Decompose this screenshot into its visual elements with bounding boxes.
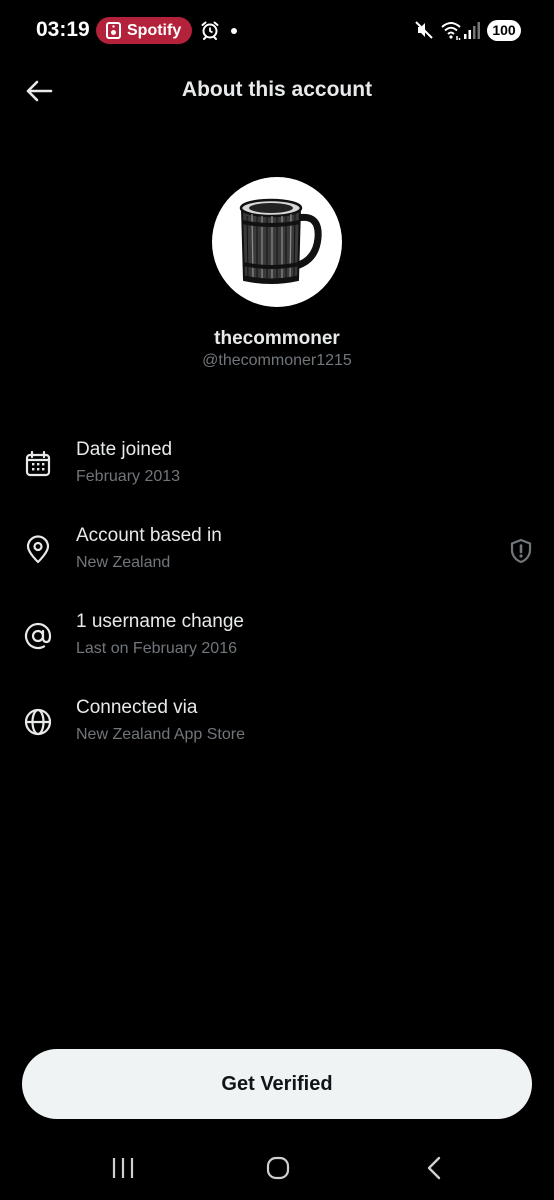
row-subtitle: February 2013 [76, 468, 181, 485]
battery-indicator: 100 [487, 20, 521, 41]
tankard-illustration-icon [239, 198, 322, 284]
shield-alert-icon[interactable] [507, 537, 535, 565]
spotify-icon [106, 22, 121, 39]
at-sign-icon [24, 622, 52, 650]
row-title: Date joined [76, 439, 173, 460]
calendar-icon [25, 450, 51, 477]
globe-icon [24, 708, 52, 736]
info-row-username-change: 1 username change Last on February 2016 [0, 611, 554, 675]
info-row-connected-via: Connected via New Zealand App Store [0, 697, 554, 761]
spotify-notification-pill[interactable]: Spotify [96, 17, 192, 44]
row-title: Connected via [76, 697, 198, 718]
alarm-icon [201, 21, 219, 40]
recents-icon[interactable] [110, 1155, 136, 1181]
screen: 03:19 Spotify 100 About this account the… [0, 0, 554, 1200]
row-title: 1 username change [76, 611, 244, 632]
status-time: 03:19 [36, 18, 90, 41]
row-subtitle: Last on February 2016 [76, 640, 237, 657]
info-row-date-joined: Date joined February 2013 [0, 439, 554, 503]
info-row-account-based-in: Account based in New Zealand [0, 525, 554, 589]
back-icon[interactable] [424, 1155, 444, 1181]
status-bar: 03:19 Spotify 100 [0, 0, 554, 62]
get-verified-button[interactable]: Get Verified [22, 1049, 532, 1119]
page-title: About this account [181, 78, 373, 101]
signal-icon [464, 22, 480, 39]
row-subtitle: New Zealand App Store [76, 726, 245, 743]
row-subtitle: New Zealand [76, 554, 171, 571]
location-pin-icon [26, 535, 50, 564]
avatar[interactable] [212, 177, 342, 307]
home-icon[interactable] [266, 1156, 290, 1180]
wifi-icon [441, 22, 461, 40]
display-name: thecommoner [214, 328, 340, 349]
spotify-label: Spotify [127, 21, 182, 39]
mute-icon [415, 21, 433, 39]
row-title: Account based in [76, 525, 222, 546]
notification-dot-icon [231, 28, 237, 34]
user-handle: @thecommoner1215 [202, 352, 352, 369]
